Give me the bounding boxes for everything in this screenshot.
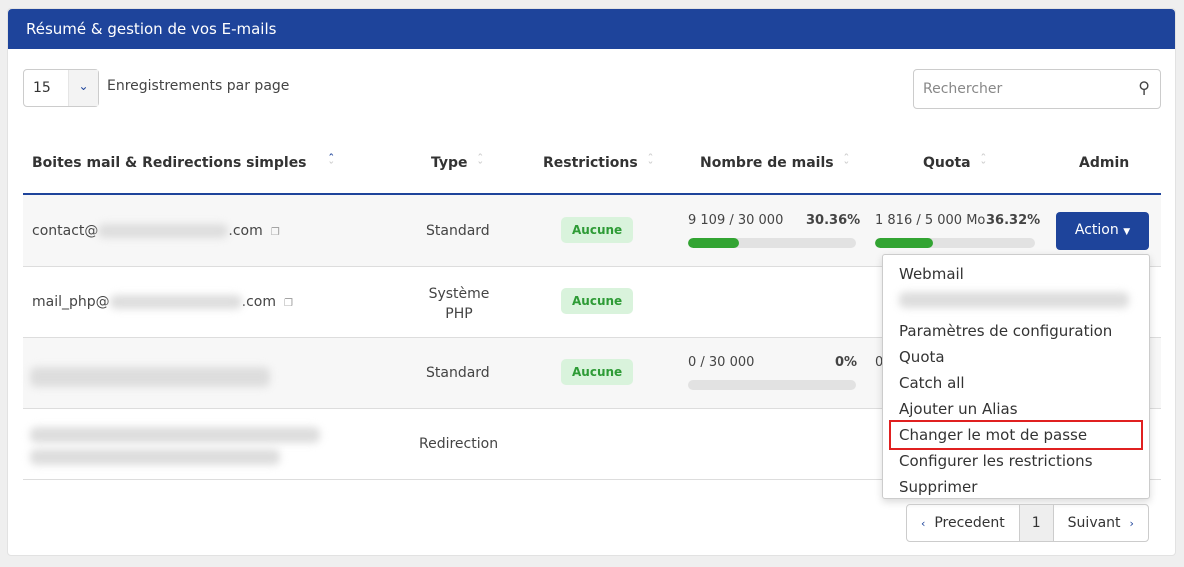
sort-icon: ˆˇ — [980, 152, 987, 173]
col-label: Quota — [923, 155, 971, 171]
quota-percent: 36.32% — [986, 213, 1041, 228]
menu-item-change-password[interactable]: Changer le mot de passe — [889, 420, 1143, 450]
status-badge: Aucune — [561, 217, 634, 243]
menu-item-redacted[interactable] — [883, 292, 1149, 318]
action-button[interactable]: Action ▼ — [1056, 212, 1149, 250]
redacted-email — [30, 427, 320, 443]
search-placeholder: Rechercher — [923, 81, 1003, 97]
menu-item-add-alias[interactable]: Ajouter un Alias — [883, 396, 1149, 422]
quota-value: 1 816 / 5 000 Mo — [875, 213, 986, 228]
col-label: Nombre de mails — [700, 155, 834, 171]
copy-icon[interactable]: ❐ — [271, 227, 280, 238]
sort-icon: ˆˇ — [843, 152, 850, 173]
quota-progress-bar — [875, 238, 1035, 248]
email-cell: contact@ .com ❐ — [32, 223, 280, 239]
type-cell: Redirection — [419, 436, 499, 452]
sort-icon: ˆˇ — [477, 152, 484, 173]
email-cell: mail_php@ .com ❐ — [32, 294, 293, 310]
col-label: Boites mail & Redirections simples — [32, 155, 307, 171]
menu-item-delete[interactable]: Supprimer — [883, 474, 1149, 500]
mail-percent: 0% — [835, 355, 858, 370]
type-cell: Système PHP — [428, 286, 490, 322]
chevron-left-icon: ‹ — [921, 517, 926, 530]
mail-count: 9 109 / 30 000 — [688, 213, 784, 228]
per-page-label: Enregistrements par page — [107, 78, 290, 94]
col-label: Restrictions — [543, 155, 638, 171]
col-restrictions[interactable]: Restrictions ˆ ˇ — [543, 152, 654, 173]
menu-item-restrictions[interactable]: Configurer les restrictions — [883, 448, 1149, 474]
progress-fill — [688, 238, 739, 248]
card-title: Résumé & gestion de vos E-mails — [8, 9, 1175, 49]
progress-fill — [875, 238, 934, 248]
mail-percent: 30.36% — [806, 213, 861, 228]
next-button[interactable]: Suivant › — [1054, 505, 1148, 541]
copy-icon[interactable]: ❐ — [284, 298, 293, 309]
sort-icon: ˆˇ — [647, 152, 654, 173]
status-badge: Aucune — [561, 359, 634, 385]
sort-icon: ˆˇ — [328, 152, 335, 173]
col-type[interactable]: Type ˆ ˇ — [431, 152, 484, 173]
chevron-down-icon: ⌄ — [68, 70, 98, 106]
pagination: ‹ Precedent 1 Suivant › — [906, 504, 1149, 542]
email-management-card: Résumé & gestion de vos E-mails 15 ⌄ Enre… — [7, 8, 1176, 556]
mail-count: 0 / 30 000 — [688, 355, 755, 370]
mail-progress-bar — [688, 380, 856, 390]
col-quota[interactable]: Quota ˆ ˇ — [923, 152, 987, 173]
menu-item-catch-all[interactable]: Catch all — [883, 370, 1149, 396]
col-label: Type — [431, 155, 468, 171]
type-cell: Standard — [426, 223, 490, 239]
type-cell: Standard — [426, 365, 490, 381]
redacted-email — [30, 367, 270, 387]
action-dropdown-menu: Webmail Paramètres de configuration Quot… — [882, 254, 1150, 499]
menu-item-config[interactable]: Paramètres de configuration — [883, 318, 1149, 344]
per-page-select[interactable]: 15 ⌄ — [23, 69, 99, 107]
page-1[interactable]: 1 — [1018, 505, 1054, 541]
menu-item-quota[interactable]: Quota — [883, 344, 1149, 370]
caret-down-icon: ▼ — [1123, 227, 1131, 237]
prev-button[interactable]: ‹ Precedent — [907, 505, 1019, 541]
status-badge: Aucune — [561, 288, 634, 314]
col-mailbox[interactable]: Boites mail & Redirections simples ˆ ˇ — [32, 152, 335, 173]
per-page-value: 15 — [33, 80, 51, 96]
mail-progress-bar — [688, 238, 856, 248]
menu-item-webmail[interactable]: Webmail — [883, 261, 1149, 287]
search-input[interactable]: Rechercher ⚲ — [913, 69, 1161, 109]
col-mail-count[interactable]: Nombre de mails ˆ ˇ — [700, 152, 850, 173]
redacted-email — [30, 449, 280, 465]
col-admin: Admin — [1079, 155, 1130, 171]
search-icon[interactable]: ⚲ — [1138, 78, 1150, 97]
chevron-right-icon: › — [1129, 517, 1134, 530]
